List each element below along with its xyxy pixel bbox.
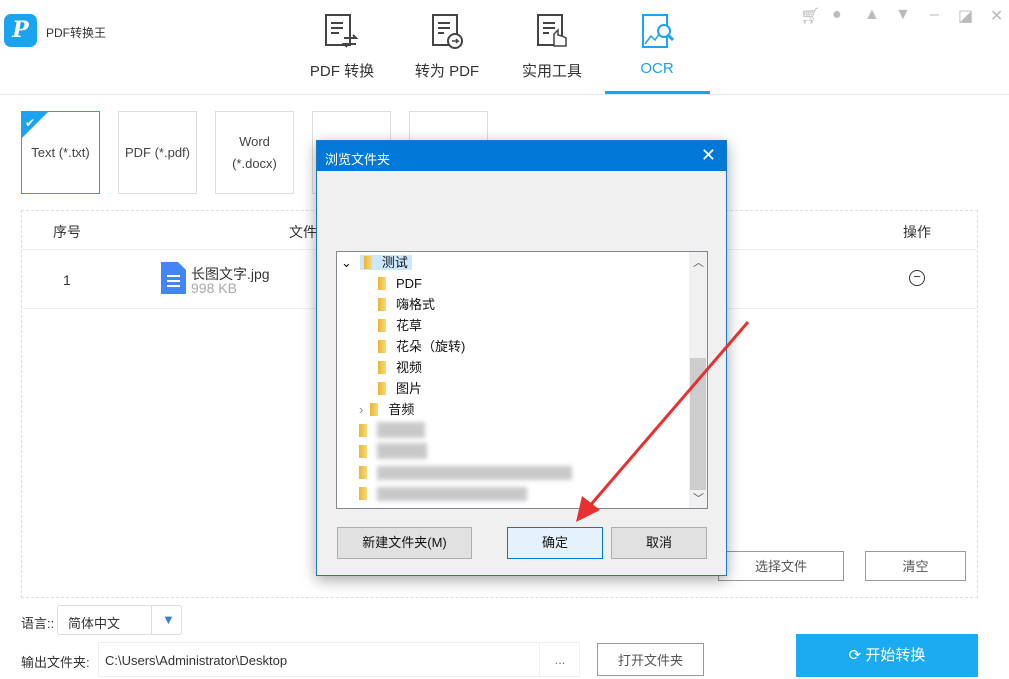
annotation-arrow: [576, 321, 750, 522]
arrow-shaft: [586, 321, 750, 509]
